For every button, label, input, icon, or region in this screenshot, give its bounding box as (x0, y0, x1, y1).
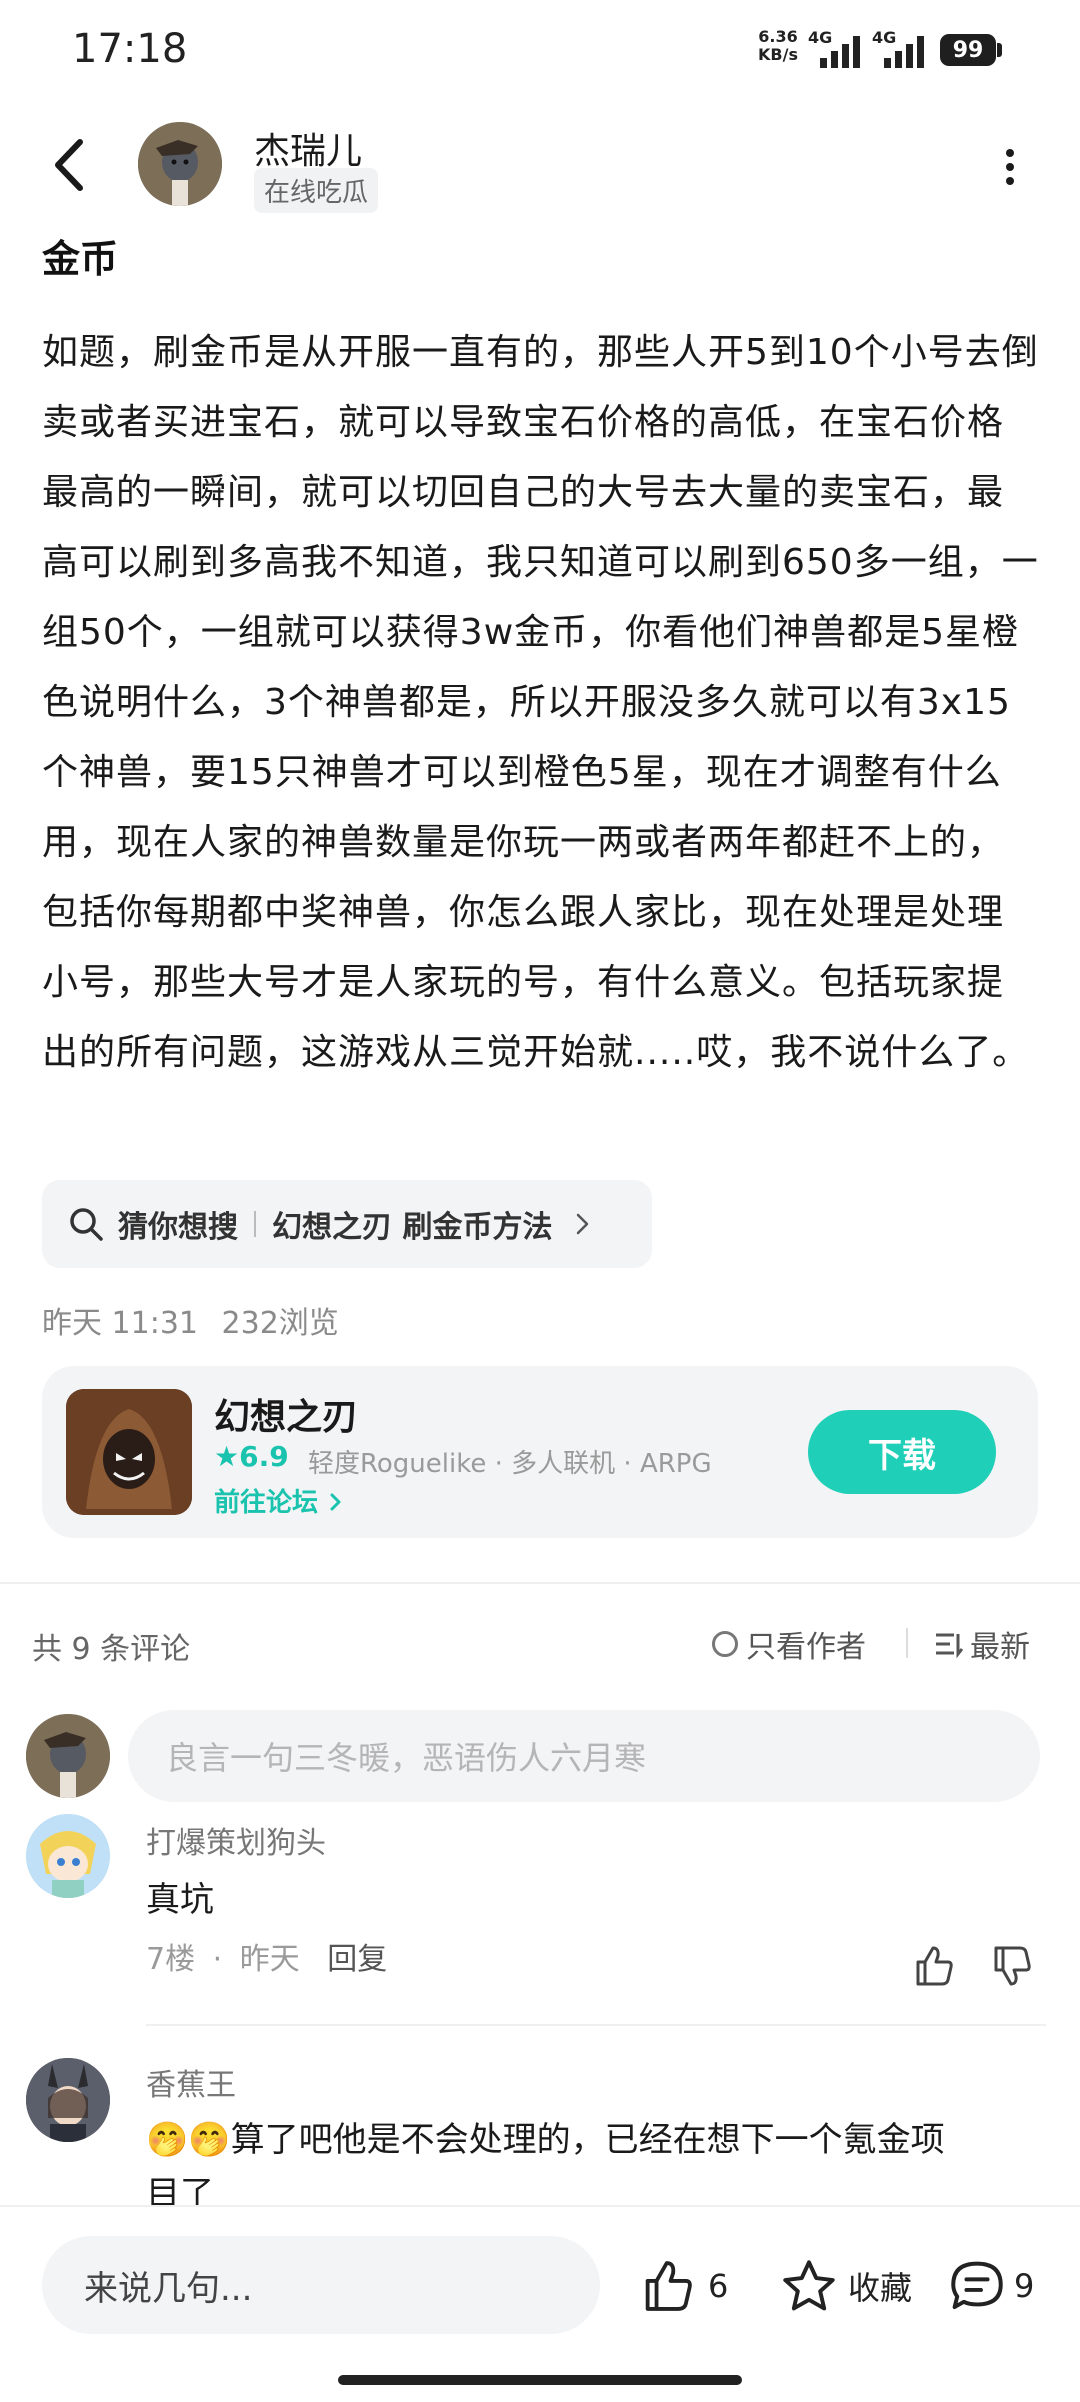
comment-meta: 7楼 · 昨天 回复 (146, 1934, 387, 1978)
game-rating: ★6.9 (214, 1440, 289, 1473)
comment-input[interactable]: 良言一句三冬暖，恶语伤人六月寒 (128, 1710, 1040, 1802)
comments-count: 9 (1014, 2267, 1035, 2305)
author-status-badge: 在线吃瓜 (254, 168, 379, 213)
download-button[interactable]: 下载 (808, 1410, 996, 1494)
sort-icon (936, 1633, 964, 1658)
author-only-toggle[interactable]: 只看作者 (712, 1622, 866, 1666)
game-name[interactable]: 幻想之刃 (214, 1388, 358, 1440)
sort-label: 最新 (970, 1630, 1030, 1665)
post-body: 如题，刷金币是从开服一直有的，那些人开5到10个小号去倒卖或者买进宝石，就可以导… (42, 332, 1039, 1073)
thumbs-down-icon[interactable] (990, 1944, 1034, 1988)
signal-bars-icon (884, 36, 924, 68)
author-avatar[interactable] (138, 122, 222, 206)
avatar-image (138, 122, 222, 206)
network-speed-unit: KB/s (758, 45, 798, 64)
section-divider (0, 1582, 1080, 1584)
network-speed-value: 6.36 (758, 27, 798, 46)
bottom-comment-input[interactable]: 来说几句... (42, 2236, 600, 2334)
star-icon: ★ (214, 1440, 240, 1473)
game-tags: 轻度Roguelike · 多人联机 · ARPG (308, 1449, 712, 1479)
favorite-label: 收藏 (848, 2269, 913, 2307)
comment-divider (146, 2024, 1046, 2026)
comment-bubble-icon (951, 2261, 1003, 2310)
comment-text: 真坑 (146, 1880, 214, 1920)
like-button[interactable]: 6 (640, 2258, 728, 2314)
chevron-right-icon (577, 1213, 589, 1235)
star-icon (783, 2260, 835, 2311)
sort-toggle[interactable]: 最新 (934, 1622, 1030, 1666)
game-icon[interactable] (66, 1389, 192, 1515)
comment-time: 昨天 (239, 1942, 300, 1977)
comment-text-line1: 算了吧他是不会处理的，已经在想下一个氪金项 (230, 2120, 945, 2160)
more-vertical-icon[interactable] (990, 145, 1030, 190)
chevron-left-icon[interactable] (40, 130, 100, 200)
status-time: 17:18 (72, 26, 188, 72)
comment-username[interactable]: 打爆策划狗头 (146, 1818, 326, 1862)
comment-count: 共 9 条评论 (32, 1632, 191, 1667)
suggest-separator (254, 1211, 256, 1237)
avatar-image (26, 1814, 110, 1898)
avatar-image (26, 1714, 110, 1798)
favorite-button[interactable]: 收藏 (780, 2258, 912, 2314)
suggest-query: 幻想之刃 刷金币方法 (272, 1210, 553, 1245)
post-title: 金币 (42, 237, 119, 281)
suggest-label: 猜你想搜 (118, 1210, 238, 1245)
post-views: 232浏览 (221, 1306, 339, 1341)
home-indicator[interactable] (338, 2375, 742, 2385)
search-suggestion[interactable]: 猜你想搜 幻想之刃 刷金币方法 (42, 1180, 652, 1268)
comment-username[interactable]: 香蕉王 (146, 2060, 236, 2104)
forum-link-label: 前往论坛 (214, 1488, 319, 1518)
radio-icon (712, 1631, 738, 1657)
comment-floor: 7楼 (146, 1942, 196, 1977)
network-speed: 6.36 KB/s (758, 28, 798, 64)
header-separator (906, 1628, 908, 1658)
avatar[interactable] (26, 2058, 110, 2142)
battery-icon: 99 (940, 34, 996, 66)
avatar-image (26, 2058, 110, 2142)
meta-dot: · (212, 1942, 223, 1977)
game-cover-image (66, 1389, 192, 1515)
battery-tip (997, 43, 1002, 57)
chevron-right-icon (330, 1493, 341, 1511)
signal-bars-icon (820, 36, 860, 68)
author-name[interactable]: 杰瑞儿 (254, 122, 362, 174)
author-only-label: 只看作者 (746, 1630, 866, 1665)
post-meta: 昨天 11:31 232浏览 (42, 1298, 339, 1342)
emoji: 🤭🤭 (146, 2120, 231, 2160)
forum-link[interactable]: 前往论坛 (214, 1482, 345, 1519)
reply-button[interactable]: 回复 (327, 1942, 387, 1977)
post-time: 昨天 11:31 (42, 1306, 198, 1341)
search-icon (70, 1208, 103, 1241)
avatar[interactable] (26, 1814, 110, 1898)
comment-text: 🤭🤭算了吧他是不会处理的，已经在想下一个氪金项 (146, 2112, 945, 2161)
rating-value: 6.9 (239, 1440, 289, 1473)
comments-button[interactable]: 9 (948, 2258, 1034, 2314)
thumbs-up-icon[interactable] (912, 1944, 956, 1988)
my-avatar (26, 1714, 110, 1798)
like-count: 6 (708, 2267, 729, 2305)
thumbs-up-icon (645, 2261, 692, 2311)
